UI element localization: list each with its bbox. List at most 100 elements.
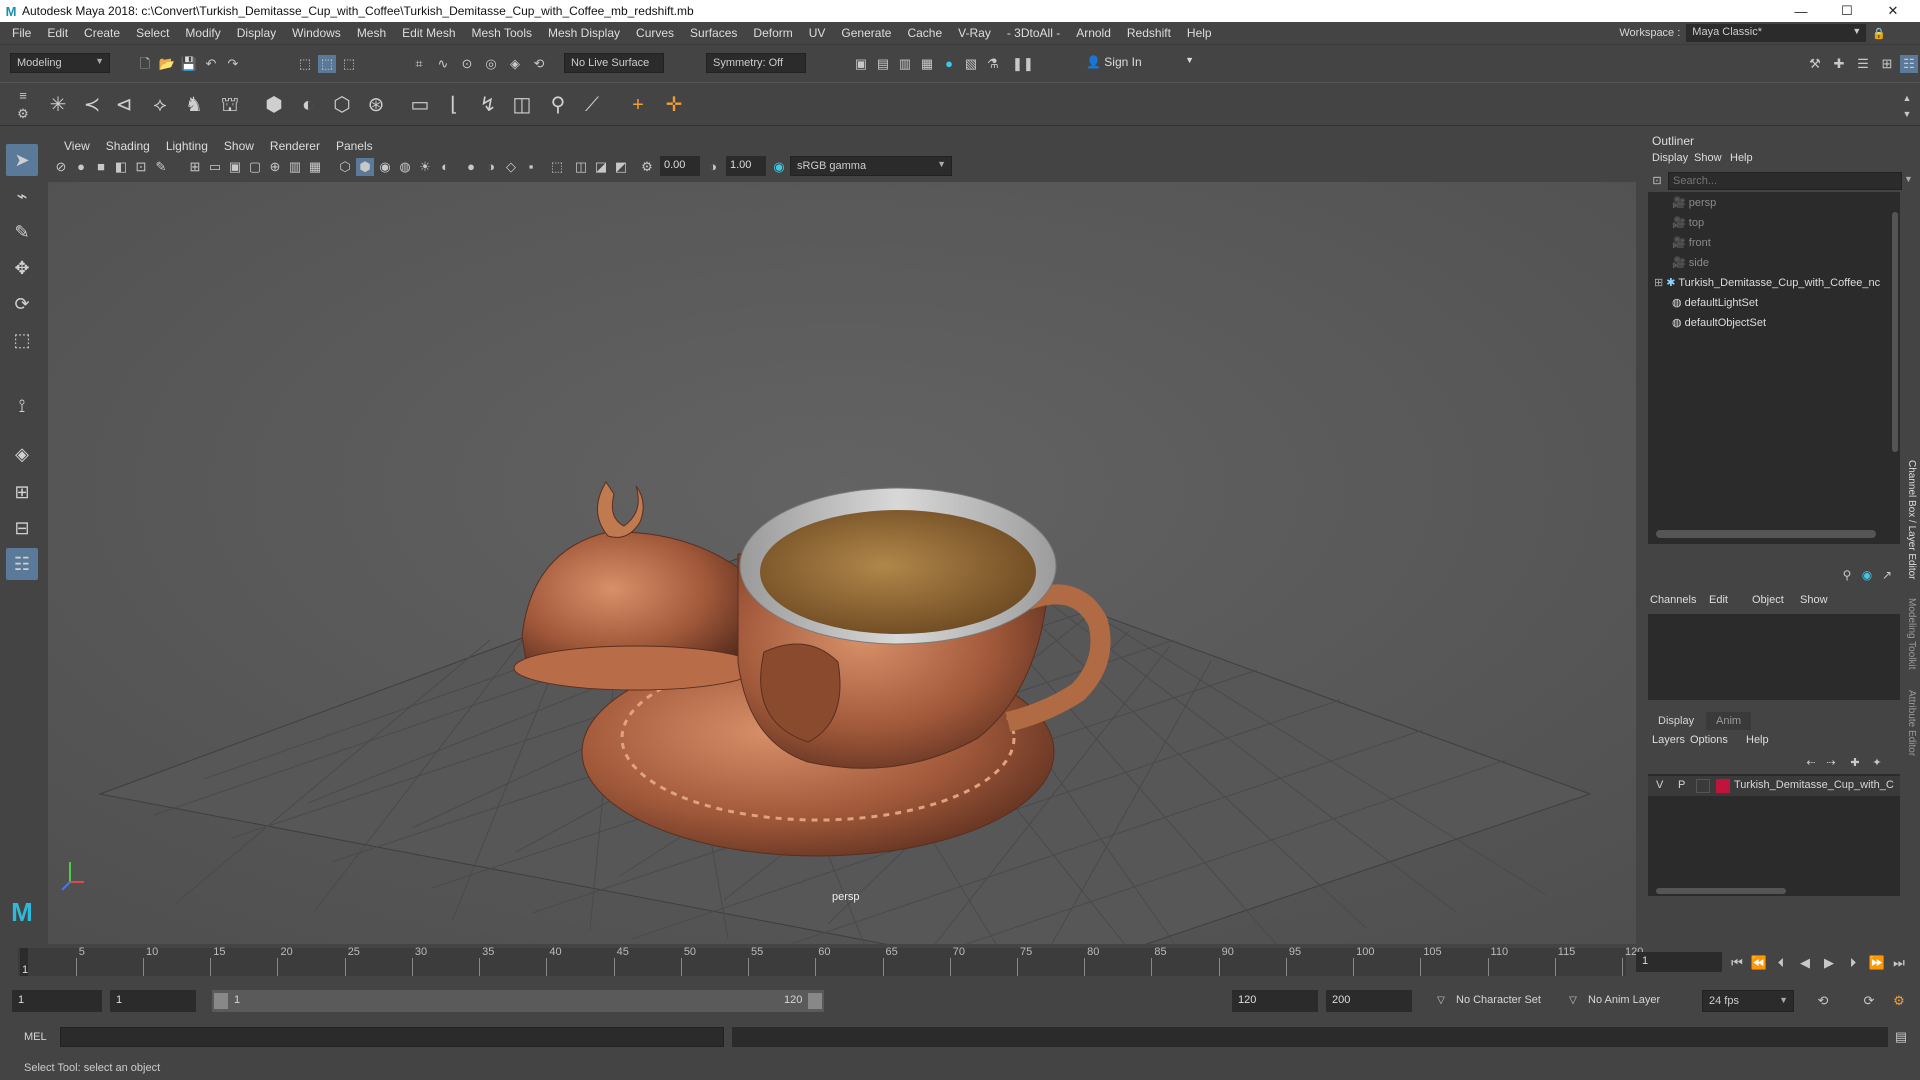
four-view-icon[interactable]: ⊞ [6, 476, 38, 508]
layer-move-up-icon[interactable]: ⇠ [1802, 754, 1820, 772]
menu-generate[interactable]: Generate [833, 26, 899, 40]
hypershade-icon[interactable]: ● [940, 55, 958, 73]
current-frame-field[interactable]: 1 [1636, 952, 1722, 972]
modeling-toolkit-icon[interactable]: ⚒ [1806, 55, 1824, 73]
extrude-icon[interactable]: ⛫ [216, 91, 244, 119]
menu-deform[interactable]: Deform [745, 26, 800, 40]
append-polygon-icon[interactable]: ◐ [294, 91, 322, 119]
quad-draw-icon[interactable]: ✳ [44, 91, 72, 119]
menu-surfaces[interactable]: Surfaces [682, 26, 745, 40]
menu-mesh[interactable]: Mesh [349, 26, 394, 40]
reduce-icon[interactable]: ◫ [508, 91, 536, 119]
step-back-key-icon[interactable]: ⏪ [1750, 954, 1768, 972]
layers-menu-layers[interactable]: Layers [1652, 734, 1685, 746]
bookmark-icon[interactable]: ■ [92, 158, 110, 176]
layer-type-toggle[interactable] [1696, 779, 1710, 793]
menu-edit[interactable]: Edit [39, 26, 76, 40]
layer-playback-toggle[interactable]: P [1678, 779, 1685, 791]
select-components-icon[interactable]: ⬚ [340, 55, 358, 73]
animation-prefs-icon[interactable]: ⚙ [1890, 992, 1908, 1010]
safe-title-icon[interactable]: ▦ [306, 158, 324, 176]
textured-icon[interactable]: ◍ [396, 158, 414, 176]
menu-select[interactable]: Select [128, 26, 177, 40]
2d-pan-zoom-icon[interactable]: ⊡ [132, 158, 150, 176]
color-management-icon[interactable]: ◉ [770, 158, 788, 176]
show-manipulator-icon[interactable]: ⟟ [6, 390, 38, 422]
channels-menu-object[interactable]: Object [1752, 594, 1784, 606]
xray-components-icon[interactable]: ◩ [612, 158, 630, 176]
outliner-vertical-scrollbar[interactable] [1892, 212, 1898, 452]
menu-file[interactable]: File [4, 26, 39, 40]
paint-select-tool-icon[interactable]: ✎ [6, 216, 38, 248]
camera-attributes-icon[interactable]: ● [72, 158, 90, 176]
viewport-menu-panels[interactable]: Panels [328, 139, 381, 153]
chevron-down-icon[interactable]: ▽ [1564, 992, 1582, 1010]
outliner-menu-display[interactable]: Display [1652, 152, 1688, 164]
save-scene-icon[interactable]: 💾 [180, 55, 198, 73]
channel-box-icon-2[interactable]: ◉ [1858, 566, 1876, 584]
smooth-icon[interactable]: ⌊ [440, 91, 468, 119]
layer-scrollbar[interactable] [1656, 888, 1786, 894]
go-to-end-icon[interactable]: ⏭ [1890, 954, 1908, 972]
use-all-lights-icon[interactable]: ☀ [416, 158, 434, 176]
viewport-menu-lighting[interactable]: Lighting [158, 139, 216, 153]
redo-icon[interactable]: ↷ [224, 55, 242, 73]
open-scene-icon[interactable]: 📂 [158, 55, 176, 73]
loop-icon[interactable]: ⟲ [1814, 992, 1832, 1010]
step-back-frame-icon[interactable]: ⏴ [1772, 954, 1790, 972]
depth-of-field-icon[interactable]: ▪ [522, 158, 540, 176]
menu-help[interactable]: Help [1179, 26, 1220, 40]
mel-input[interactable] [60, 1027, 724, 1047]
tool-settings-icon[interactable]: ⊞ [1878, 55, 1896, 73]
bevel-icon[interactable]: ♞ [180, 91, 208, 119]
workspace-dropdown[interactable]: Maya Classic* ▼ [1686, 24, 1867, 42]
menu-edit-mesh[interactable]: Edit Mesh [394, 26, 463, 40]
tab-display[interactable]: Display [1648, 712, 1705, 730]
grid-toggle-icon[interactable]: ⊞ [186, 158, 204, 176]
ipr-render-icon[interactable]: ▥ [896, 55, 914, 73]
render-settings-icon[interactable]: ▦ [918, 55, 936, 73]
menu-vray[interactable]: V-Ray [950, 26, 999, 40]
auto-key-icon[interactable]: ⟳ [1860, 992, 1878, 1010]
play-backwards-icon[interactable]: ◀ [1796, 954, 1814, 972]
image-plane-icon[interactable]: ◧ [112, 158, 130, 176]
select-hierarchy-icon[interactable]: ⬚ [296, 55, 314, 73]
outliner-item-top[interactable]: 🎥 top [1672, 216, 1704, 234]
layer-visibility-toggle[interactable]: V [1656, 779, 1663, 791]
menu-arnold[interactable]: Arnold [1068, 26, 1119, 40]
layer-name[interactable]: Turkish_Demitasse_Cup_with_C [1734, 779, 1894, 791]
channel-box-icon-1[interactable]: ⚲ [1838, 566, 1856, 584]
wireframe-icon[interactable]: ⬡ [336, 158, 354, 176]
side-tab-attribute-editor[interactable]: Attribute Editor [1906, 690, 1917, 756]
combine-icon[interactable]: ⊛ [362, 91, 390, 119]
freeze-transforms-icon[interactable]: ✛ [660, 91, 688, 119]
perspective-outliner-icon[interactable]: ⊟ [6, 512, 38, 544]
chevron-down-icon[interactable]: ▽ [1432, 992, 1450, 1010]
bridge-icon[interactable]: ⬢ [260, 91, 288, 119]
range-end-handle[interactable] [808, 993, 822, 1009]
channels-menu-show[interactable]: Show [1800, 594, 1828, 606]
scale-tool-icon[interactable]: ⬚ [6, 324, 38, 356]
undo-icon[interactable]: ↶ [202, 55, 220, 73]
attribute-editor-icon[interactable]: ☰ [1854, 55, 1872, 73]
isolate-select-icon[interactable]: ⬚ [548, 158, 566, 176]
channels-menu-channels[interactable]: Channels [1650, 594, 1696, 606]
motion-blur-icon[interactable]: ◑ [482, 158, 500, 176]
outliner-layout-icon[interactable]: ☷ [6, 548, 38, 580]
wireframe-on-shaded-icon[interactable]: ◉ [376, 158, 394, 176]
center-pivot-icon[interactable]: + [624, 91, 652, 119]
xray-icon[interactable]: ◫ [572, 158, 590, 176]
script-editor-icon[interactable]: ▤ [1892, 1028, 1910, 1046]
separate-icon[interactable]: ▭ [406, 91, 434, 119]
outliner-search-input[interactable] [1668, 172, 1902, 190]
range-slider[interactable]: 1 120 [212, 990, 824, 1012]
symmetry-dropdown[interactable]: Symmetry: Off [706, 53, 806, 73]
pause-icon[interactable]: ❚❚ [1012, 55, 1034, 73]
tab-anim[interactable]: Anim [1706, 712, 1752, 730]
shelf-settings-icon[interactable]: ⚙ [14, 105, 32, 123]
time-slider[interactable]: 1 5 10 15 20 25 30 35 40 45 50 55 60 65 70 75 80 85 90 95 1… [0, 944, 1920, 980]
menu-windows[interactable]: Windows [284, 26, 349, 40]
screen-space-ao-icon[interactable]: ● [462, 158, 480, 176]
channels-menu-edit[interactable]: Edit [1709, 594, 1728, 606]
sign-in-button[interactable]: 👤 Sign In ▼ [1082, 53, 1198, 73]
